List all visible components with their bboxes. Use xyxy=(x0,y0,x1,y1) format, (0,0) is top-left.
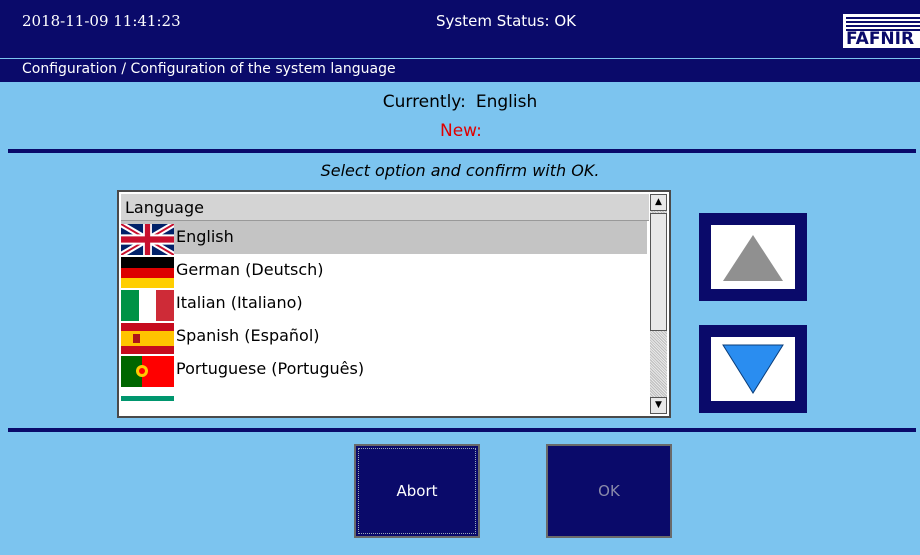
fafnir-logo: FAFNIR xyxy=(843,14,920,48)
list-item[interactable]: Italian (Italiano) xyxy=(121,287,647,321)
move-down-button[interactable] xyxy=(699,325,807,413)
scroll-down-icon[interactable]: ▼ xyxy=(650,397,667,414)
up-arrow-icon xyxy=(723,235,783,281)
list-item-label: Italian (Italiano) xyxy=(176,293,303,312)
list-header: Language xyxy=(121,194,649,221)
system-status: System Status: OK xyxy=(436,12,576,30)
list-item[interactable]: German (Deutsch) xyxy=(121,254,647,288)
list-item[interactable]: English xyxy=(121,221,647,255)
portugal-flag-icon xyxy=(121,356,174,387)
partial-flag-icon xyxy=(121,389,174,416)
language-list[interactable]: Language English German (Deutsch) Italia… xyxy=(117,190,671,418)
top-bar: 2018-11-09 11:41:23 System Status: OK FA… xyxy=(0,0,920,58)
list-item-label: English xyxy=(176,227,234,246)
italy-flag-icon xyxy=(121,290,174,321)
divider xyxy=(8,428,916,432)
current-language: Currently: English xyxy=(0,92,920,112)
germany-flag-icon xyxy=(121,257,174,288)
list-item-label: Portuguese (Português) xyxy=(176,359,365,378)
list-item[interactable]: Spanish (Español) xyxy=(121,320,647,354)
uk-flag-icon xyxy=(121,224,174,255)
ok-button[interactable]: OK xyxy=(546,444,672,538)
datetime: 2018-11-09 11:41:23 xyxy=(22,12,181,30)
scrollbar-thumb[interactable] xyxy=(650,213,667,331)
list-item[interactable]: Portuguese (Português) xyxy=(121,353,647,387)
list-item-label: German (Deutsch) xyxy=(176,260,324,279)
current-label: Currently: xyxy=(382,92,466,112)
list-item-label: Spanish (Español) xyxy=(176,326,320,345)
instruction-text: Select option and confirm with OK. xyxy=(320,161,600,180)
spain-flag-icon xyxy=(121,323,174,354)
current-value: English xyxy=(475,92,538,112)
scroll-up-icon[interactable]: ▲ xyxy=(650,194,667,211)
list-item-partial[interactable] xyxy=(121,386,647,416)
down-arrow-icon xyxy=(722,344,784,394)
move-up-button[interactable] xyxy=(699,213,807,301)
breadcrumb: Configuration / Configuration of the sys… xyxy=(0,58,920,82)
divider xyxy=(8,149,916,153)
abort-button[interactable]: Abort xyxy=(354,444,480,538)
new-language-label: New: xyxy=(440,121,482,141)
vertical-scrollbar[interactable]: ▲ ▼ xyxy=(650,194,667,414)
breadcrumb-text: Configuration / Configuration of the sys… xyxy=(22,61,396,77)
